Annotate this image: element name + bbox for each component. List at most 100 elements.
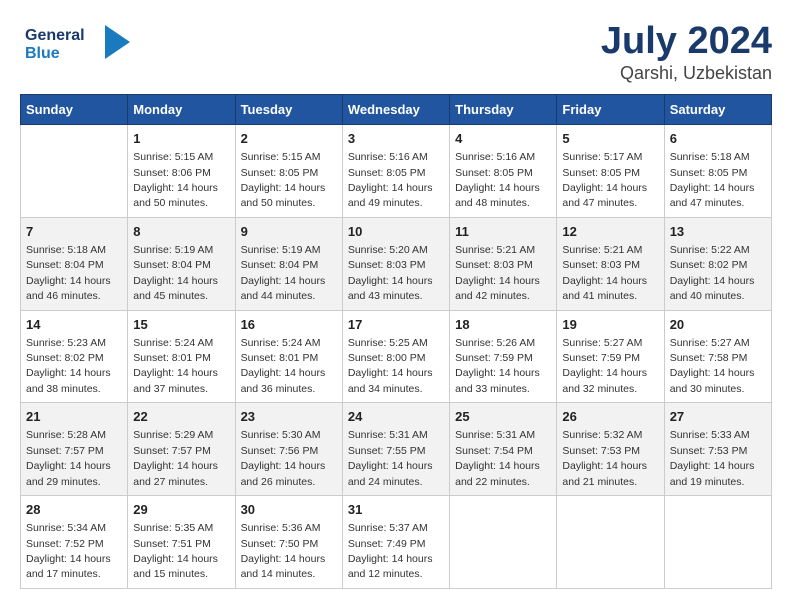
day-info: Sunrise: 5:17 AM Sunset: 8:05 PM Dayligh… — [562, 151, 647, 209]
day-info: Sunrise: 5:19 AM Sunset: 8:04 PM Dayligh… — [133, 244, 218, 302]
calendar-table: SundayMondayTuesdayWednesdayThursdayFrid… — [20, 94, 772, 589]
day-number: 21 — [26, 408, 122, 426]
weekday-header-tuesday: Tuesday — [235, 95, 342, 125]
day-info: Sunrise: 5:37 AM Sunset: 7:49 PM Dayligh… — [348, 522, 433, 580]
day-info: Sunrise: 5:30 AM Sunset: 7:56 PM Dayligh… — [241, 429, 326, 487]
logo-general: General Blue — [20, 20, 140, 71]
calendar-cell: 13Sunrise: 5:22 AM Sunset: 8:02 PM Dayli… — [664, 217, 771, 310]
weekday-header-wednesday: Wednesday — [342, 95, 449, 125]
day-number: 16 — [241, 316, 337, 334]
day-info: Sunrise: 5:24 AM Sunset: 8:01 PM Dayligh… — [241, 337, 326, 395]
day-info: Sunrise: 5:27 AM Sunset: 7:59 PM Dayligh… — [562, 337, 647, 395]
calendar-cell: 18 Sunrise: 5:26 AM Sunset: 7:59 PM Dayli… — [450, 310, 557, 403]
calendar-cell: 29 Sunrise: 5:35 AM Sunset: 7:51 PM Dayli… — [128, 496, 235, 589]
day-info: Sunrise: 5:31 AM Sunset: 7:54 PM Dayligh… — [455, 429, 540, 487]
weekday-header-saturday: Saturday — [664, 95, 771, 125]
day-info: Sunrise: 5:28 AM Sunset: 7:57 PM Dayligh… — [26, 429, 111, 487]
calendar-cell — [664, 496, 771, 589]
day-info: Sunrise: 5:16 AM Sunset: 8:05 PM Dayligh… — [348, 151, 433, 209]
calendar-cell: 21 Sunrise: 5:28 AM Sunset: 7:57 PM Dayli… — [21, 403, 128, 496]
day-info: Sunrise: 5:24 AM Sunset: 8:01 PM Dayligh… — [133, 337, 218, 395]
calendar-cell: 30 Sunrise: 5:36 AM Sunset: 7:50 PM Dayli… — [235, 496, 342, 589]
day-number: 31 — [348, 501, 444, 519]
calendar-cell: 5Sunrise: 5:17 AM Sunset: 8:05 PM Daylig… — [557, 125, 664, 218]
day-number: 8 — [133, 223, 229, 241]
day-number: 6 — [670, 130, 766, 148]
day-info: Sunrise: 5:36 AM Sunset: 7:50 PM Dayligh… — [241, 522, 326, 580]
day-info: Sunrise: 5:33 AM Sunset: 7:53 PM Dayligh… — [670, 429, 755, 487]
day-info: Sunrise: 5:25 AM Sunset: 8:00 PM Dayligh… — [348, 337, 433, 395]
page-header: General Blue July 2024 Qarshi, Uzbekista… — [20, 20, 772, 84]
day-info: Sunrise: 5:16 AM Sunset: 8:05 PM Dayligh… — [455, 151, 540, 209]
calendar-cell: 8 Sunrise: 5:19 AM Sunset: 8:04 PM Daylig… — [128, 217, 235, 310]
day-number: 7 — [26, 223, 122, 241]
calendar-week-5: 28Sunrise: 5:34 AM Sunset: 7:52 PM Dayli… — [21, 496, 772, 589]
calendar-week-1: 1 Sunrise: 5:15 AM Sunset: 8:06 PM Daylig… — [21, 125, 772, 218]
day-number: 2 — [241, 130, 337, 148]
day-number: 12 — [562, 223, 658, 241]
day-number: 9 — [241, 223, 337, 241]
day-number: 18 — [455, 316, 551, 334]
calendar-cell: 6 Sunrise: 5:18 AM Sunset: 8:05 PM Daylig… — [664, 125, 771, 218]
day-number: 19 — [562, 316, 658, 334]
day-number: 30 — [241, 501, 337, 519]
calendar-cell: 27 Sunrise: 5:33 AM Sunset: 7:53 PM Dayli… — [664, 403, 771, 496]
day-number: 26 — [562, 408, 658, 426]
day-number: 24 — [348, 408, 444, 426]
day-info: Sunrise: 5:18 AM Sunset: 8:04 PM Dayligh… — [26, 244, 111, 302]
calendar-cell: 19 Sunrise: 5:27 AM Sunset: 7:59 PM Dayli… — [557, 310, 664, 403]
calendar-cell: 17Sunrise: 5:25 AM Sunset: 8:00 PM Dayli… — [342, 310, 449, 403]
calendar-cell: 16 Sunrise: 5:24 AM Sunset: 8:01 PM Dayli… — [235, 310, 342, 403]
day-info: Sunrise: 5:26 AM Sunset: 7:59 PM Dayligh… — [455, 337, 540, 395]
day-info: Sunrise: 5:29 AM Sunset: 7:57 PM Dayligh… — [133, 429, 218, 487]
svg-text:Blue: Blue — [25, 45, 60, 62]
main-title: July 2024 — [601, 20, 772, 63]
calendar-cell — [557, 496, 664, 589]
calendar-header: SundayMondayTuesdayWednesdayThursdayFrid… — [21, 95, 772, 125]
calendar-cell: 24 Sunrise: 5:31 AM Sunset: 7:55 PM Dayli… — [342, 403, 449, 496]
calendar-cell: 28Sunrise: 5:34 AM Sunset: 7:52 PM Dayli… — [21, 496, 128, 589]
weekday-header-friday: Friday — [557, 95, 664, 125]
day-info: Sunrise: 5:20 AM Sunset: 8:03 PM Dayligh… — [348, 244, 433, 302]
calendar-cell: 20 Sunrise: 5:27 AM Sunset: 7:58 PM Dayli… — [664, 310, 771, 403]
title-block: July 2024 Qarshi, Uzbekistan — [601, 20, 772, 84]
weekday-header-row: SundayMondayTuesdayWednesdayThursdayFrid… — [21, 95, 772, 125]
calendar-cell — [450, 496, 557, 589]
day-info: Sunrise: 5:19 AM Sunset: 8:04 PM Dayligh… — [241, 244, 326, 302]
day-number: 27 — [670, 408, 766, 426]
calendar-week-2: 7 Sunrise: 5:18 AM Sunset: 8:04 PM Daylig… — [21, 217, 772, 310]
weekday-header-monday: Monday — [128, 95, 235, 125]
calendar-cell — [21, 125, 128, 218]
logo: General Blue — [20, 20, 140, 71]
calendar-week-3: 14Sunrise: 5:23 AM Sunset: 8:02 PM Dayli… — [21, 310, 772, 403]
day-info: Sunrise: 5:34 AM Sunset: 7:52 PM Dayligh… — [26, 522, 111, 580]
day-number: 15 — [133, 316, 229, 334]
calendar-cell: 9 Sunrise: 5:19 AM Sunset: 8:04 PM Daylig… — [235, 217, 342, 310]
calendar-cell: 2 Sunrise: 5:15 AM Sunset: 8:05 PM Daylig… — [235, 125, 342, 218]
day-info: Sunrise: 5:31 AM Sunset: 7:55 PM Dayligh… — [348, 429, 433, 487]
day-info: Sunrise: 5:32 AM Sunset: 7:53 PM Dayligh… — [562, 429, 647, 487]
calendar-body: 1 Sunrise: 5:15 AM Sunset: 8:06 PM Daylig… — [21, 125, 772, 589]
calendar-cell: 1 Sunrise: 5:15 AM Sunset: 8:06 PM Daylig… — [128, 125, 235, 218]
subtitle: Qarshi, Uzbekistan — [601, 63, 772, 84]
day-number: 20 — [670, 316, 766, 334]
day-number: 29 — [133, 501, 229, 519]
day-number: 11 — [455, 223, 551, 241]
day-number: 25 — [455, 408, 551, 426]
calendar-week-4: 21 Sunrise: 5:28 AM Sunset: 7:57 PM Dayli… — [21, 403, 772, 496]
day-info: Sunrise: 5:21 AM Sunset: 8:03 PM Dayligh… — [455, 244, 540, 302]
day-number: 22 — [133, 408, 229, 426]
day-number: 4 — [455, 130, 551, 148]
day-number: 13 — [670, 223, 766, 241]
day-info: Sunrise: 5:15 AM Sunset: 8:05 PM Dayligh… — [241, 151, 326, 209]
day-info: Sunrise: 5:27 AM Sunset: 7:58 PM Dayligh… — [670, 337, 755, 395]
calendar-cell: 7 Sunrise: 5:18 AM Sunset: 8:04 PM Daylig… — [21, 217, 128, 310]
calendar-cell: 10 Sunrise: 5:20 AM Sunset: 8:03 PM Dayli… — [342, 217, 449, 310]
weekday-header-thursday: Thursday — [450, 95, 557, 125]
day-number: 10 — [348, 223, 444, 241]
day-info: Sunrise: 5:15 AM Sunset: 8:06 PM Dayligh… — [133, 151, 218, 209]
day-info: Sunrise: 5:35 AM Sunset: 7:51 PM Dayligh… — [133, 522, 218, 580]
day-info: Sunrise: 5:18 AM Sunset: 8:05 PM Dayligh… — [670, 151, 755, 209]
day-number: 14 — [26, 316, 122, 334]
day-number: 1 — [133, 130, 229, 148]
